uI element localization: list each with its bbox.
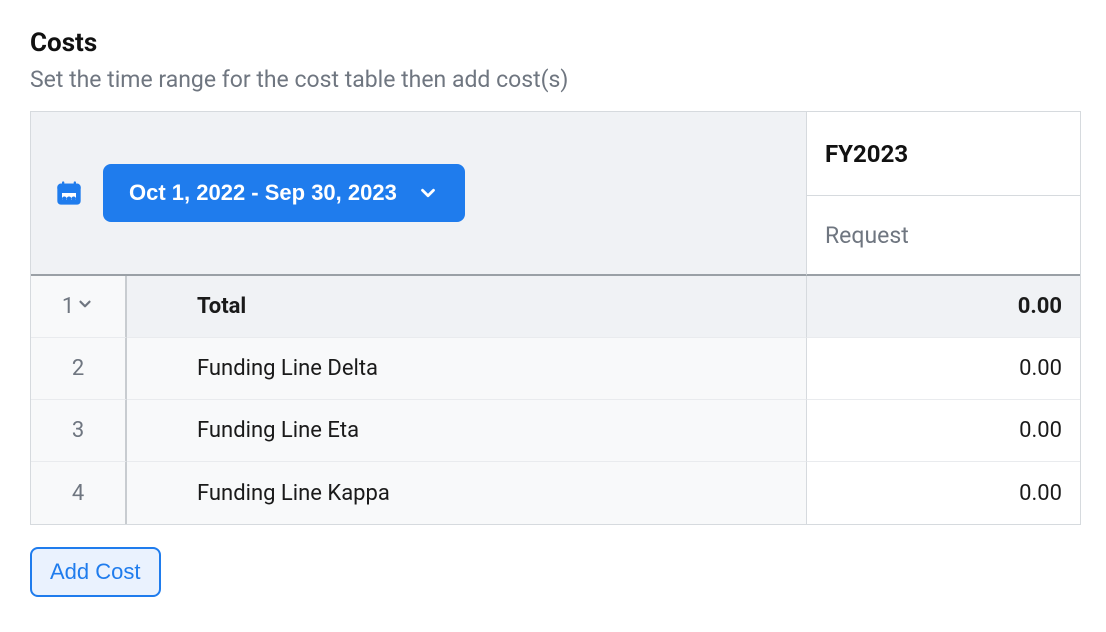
column-subheader: Request (807, 196, 1080, 276)
column-period-header: FY2023 (807, 112, 1080, 196)
row-value[interactable]: 0.00 (807, 400, 1080, 462)
row-value-total: 0.00 (807, 276, 1080, 338)
row-label-total: Total (127, 276, 807, 338)
row-label: Funding Line Kappa (127, 462, 807, 524)
section-subtitle: Set the time range for the cost table th… (30, 66, 1076, 93)
row-number: 4 (31, 462, 127, 524)
row-number[interactable]: 1 (31, 276, 127, 338)
date-range-label: Oct 1, 2022 - Sep 30, 2023 (129, 180, 397, 206)
section-title: Costs (30, 28, 1076, 58)
calendar-icon (55, 179, 83, 207)
row-number: 3 (31, 400, 127, 462)
chevron-down-icon (417, 182, 439, 204)
row-label: Funding Line Delta (127, 338, 807, 400)
row-value[interactable]: 0.00 (807, 462, 1080, 524)
row-label: Funding Line Eta (127, 400, 807, 462)
cost-table: Oct 1, 2022 - Sep 30, 2023 FY2023 Reques… (30, 111, 1081, 525)
row-number: 2 (31, 338, 127, 400)
date-range-button[interactable]: Oct 1, 2022 - Sep 30, 2023 (103, 164, 465, 222)
row-number-value: 1 (62, 294, 74, 319)
add-cost-button[interactable]: Add Cost (30, 547, 161, 597)
row-value[interactable]: 0.00 (807, 338, 1080, 400)
chevron-down-icon (76, 294, 94, 319)
